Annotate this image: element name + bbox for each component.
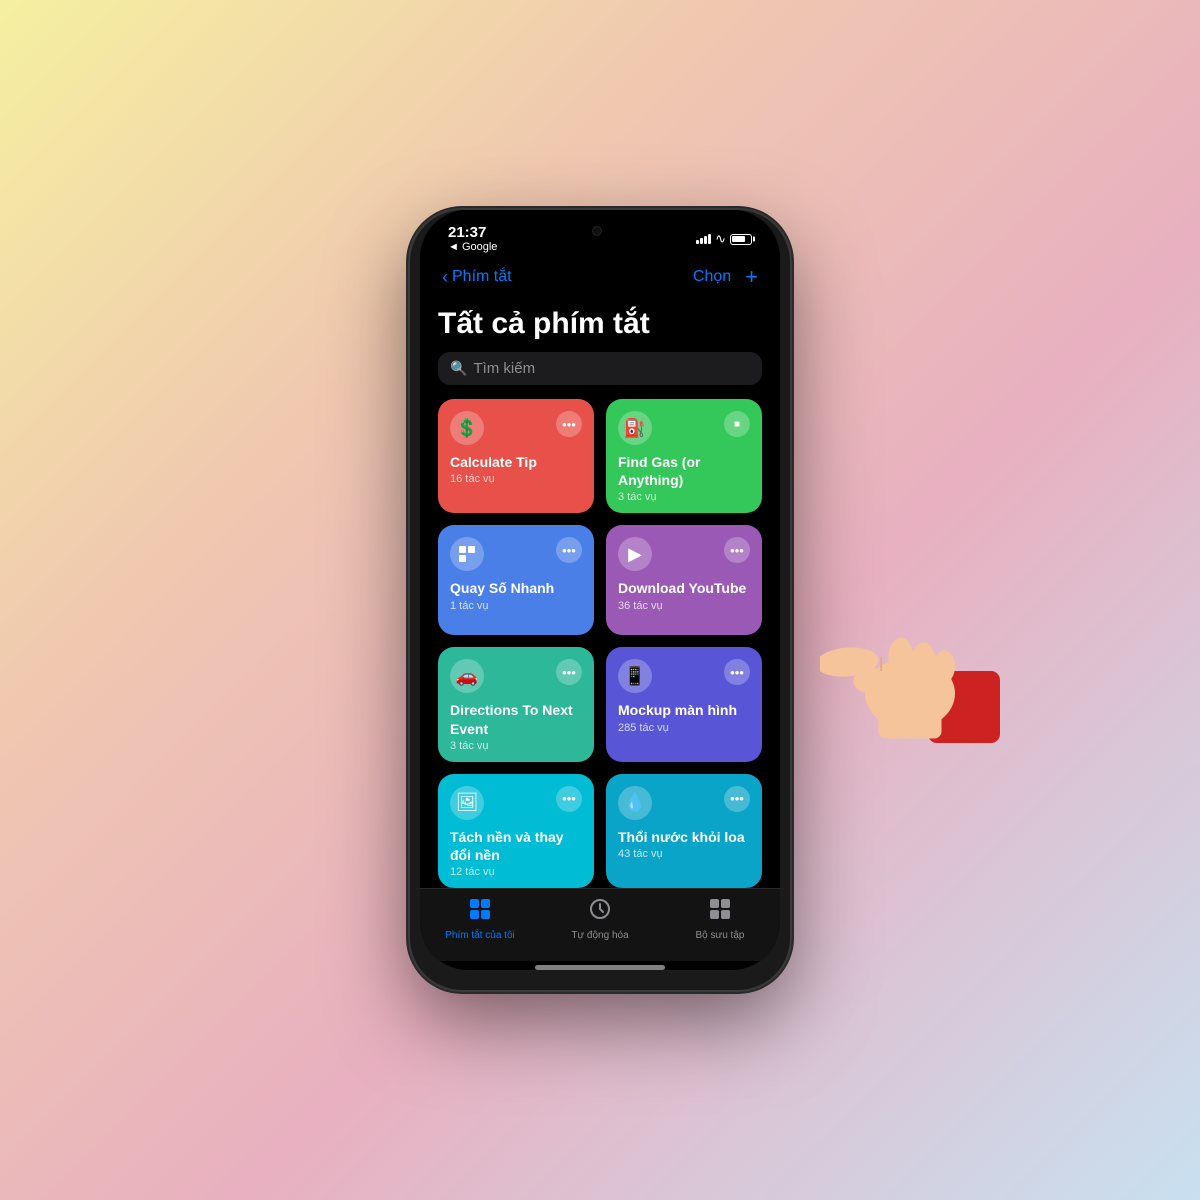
notch: [537, 216, 657, 246]
search-bar[interactable]: 🔍 Tìm kiếm: [438, 352, 762, 385]
download-youtube-icon: ▶: [618, 537, 652, 571]
quay-so-nhanh-subtitle: 1 tác vụ: [450, 600, 582, 612]
card-header: ⛽ ■: [618, 411, 750, 445]
nav-actions: Chọn +: [693, 264, 758, 290]
choose-button[interactable]: Chọn: [693, 268, 731, 286]
tach-nen-menu-button[interactable]: •••: [556, 786, 582, 812]
shortcuts-grid: 💲 ••• Calculate Tip 16 tác vụ ⛽ ■ Find G…: [438, 399, 762, 888]
thoi-nuoc-icon: 💧: [618, 786, 652, 820]
directions-icon: 🚗: [450, 659, 484, 693]
card-header: 🚗 •••: [450, 659, 582, 693]
shortcut-card-quay-so-nhanh[interactable]: ••• Quay Số Nhanh 1 tác vụ: [438, 525, 594, 635]
notch-camera: [592, 226, 602, 236]
signal-bars-icon: [696, 234, 711, 244]
calculate-tip-subtitle: 16 tác vụ: [450, 473, 582, 485]
directions-title: Directions To Next Event: [450, 701, 582, 737]
calculate-tip-title: Calculate Tip: [450, 453, 582, 471]
signal-bar-2: [700, 238, 703, 244]
tab-my-shortcuts-label: Phím tắt của tôi: [445, 930, 514, 941]
tach-nen-icon: 🖼: [450, 786, 484, 820]
shortcut-card-download-youtube[interactable]: ▶ ••• Download YouTube 36 tác vụ: [606, 525, 762, 635]
tach-nen-subtitle: 12 tác vụ: [450, 866, 582, 878]
directions-subtitle: 3 tác vụ: [450, 740, 582, 752]
mockup-subtitle: 285 tác vụ: [618, 722, 750, 734]
card-header: 📱 •••: [618, 659, 750, 693]
shortcut-card-calculate-tip[interactable]: 💲 ••• Calculate Tip 16 tác vụ: [438, 399, 594, 513]
main-content: Tất cả phím tắt 🔍 Tìm kiếm 💲 ••• Calcula…: [420, 298, 780, 888]
nav-bar: ‹ Phím tắt Chọn +: [420, 258, 780, 298]
shortcut-card-tach-nen[interactable]: 🖼 ••• Tách nền và thay đổi nền 12 tác vụ: [438, 774, 594, 888]
tab-bar: Phím tắt của tôi Tự động hóa: [420, 888, 780, 961]
tab-gallery-icon: [708, 897, 732, 927]
battery-icon: [730, 234, 752, 245]
shortcut-card-thoi-nuoc[interactable]: 💧 ••• Thổi nước khỏi loa 43 tác vụ: [606, 774, 762, 888]
search-icon: 🔍: [450, 360, 467, 377]
page-title: Tất cả phím tắt: [438, 298, 762, 352]
nav-back-button[interactable]: ‹ Phím tắt: [442, 267, 512, 288]
download-youtube-menu-button[interactable]: •••: [724, 537, 750, 563]
find-gas-icon: ⛽: [618, 411, 652, 445]
battery-fill: [732, 236, 745, 242]
find-gas-title: Find Gas (or Anything): [618, 453, 750, 489]
status-bar: 21:37 ◄ Google ∿: [420, 210, 780, 258]
shortcut-card-find-gas[interactable]: ⛽ ■ Find Gas (or Anything) 3 tác vụ: [606, 399, 762, 513]
directions-menu-button[interactable]: •••: [556, 659, 582, 685]
find-gas-stop-button[interactable]: ■: [724, 411, 750, 437]
tab-my-shortcuts-icon: [468, 897, 492, 927]
hand-pointer: [820, 563, 1000, 748]
find-gas-subtitle: 3 tác vụ: [618, 491, 750, 503]
search-input[interactable]: Tìm kiếm: [473, 360, 535, 377]
shortcut-card-directions[interactable]: 🚗 ••• Directions To Next Event 3 tác vụ: [438, 647, 594, 761]
mockup-title: Mockup màn hình: [618, 701, 750, 719]
shortcut-card-mockup[interactable]: 📱 ••• Mockup màn hình 285 tác vụ: [606, 647, 762, 761]
back-chevron-icon: ‹: [442, 267, 448, 288]
quay-so-nhanh-title: Quay Số Nhanh: [450, 579, 582, 597]
home-indicator: [535, 965, 665, 970]
tab-gallery-label: Bộ sưu tập: [696, 930, 745, 941]
quay-so-nhanh-icon: [450, 537, 484, 571]
tab-my-shortcuts[interactable]: Phím tắt của tôi: [420, 897, 540, 941]
phone-shell: 21:37 ◄ Google ∿: [410, 210, 790, 990]
signal-bar-3: [704, 236, 707, 244]
thoi-nuoc-title: Thổi nước khỏi loa: [618, 828, 750, 846]
status-right: ∿: [696, 231, 752, 247]
wifi-status-icon: ∿: [715, 231, 726, 247]
tab-automation-label: Tự động hóa: [571, 930, 628, 941]
thoi-nuoc-subtitle: 43 tác vụ: [618, 848, 750, 860]
tab-automation[interactable]: Tự động hóa: [540, 897, 660, 941]
card-header: 💧 •••: [618, 786, 750, 820]
calculate-tip-icon: 💲: [450, 411, 484, 445]
mockup-icon: 📱: [618, 659, 652, 693]
signal-bar-4: [708, 234, 711, 244]
scene: 21:37 ◄ Google ∿: [0, 0, 1200, 1200]
status-time: 21:37: [448, 225, 497, 240]
card-header: ▶ •••: [618, 537, 750, 571]
mockup-menu-button[interactable]: •••: [724, 659, 750, 685]
card-header: 💲 •••: [450, 411, 582, 445]
thoi-nuoc-menu-button[interactable]: •••: [724, 786, 750, 812]
card-header: •••: [450, 537, 582, 571]
quay-so-nhanh-menu-button[interactable]: •••: [556, 537, 582, 563]
download-youtube-title: Download YouTube: [618, 579, 750, 597]
nav-back-label: Phím tắt: [452, 268, 512, 286]
tab-gallery[interactable]: Bộ sưu tập: [660, 897, 780, 941]
add-shortcut-button[interactable]: +: [745, 264, 758, 290]
signal-bar-1: [696, 240, 699, 244]
tab-automation-icon: [588, 897, 612, 927]
calculate-tip-menu-button[interactable]: •••: [556, 411, 582, 437]
download-youtube-subtitle: 36 tác vụ: [618, 600, 750, 612]
phone-screen: 21:37 ◄ Google ∿: [420, 210, 780, 970]
card-header: 🖼 •••: [450, 786, 582, 820]
status-back-label: ◄ Google: [448, 241, 497, 253]
tach-nen-title: Tách nền và thay đổi nền: [450, 828, 582, 864]
